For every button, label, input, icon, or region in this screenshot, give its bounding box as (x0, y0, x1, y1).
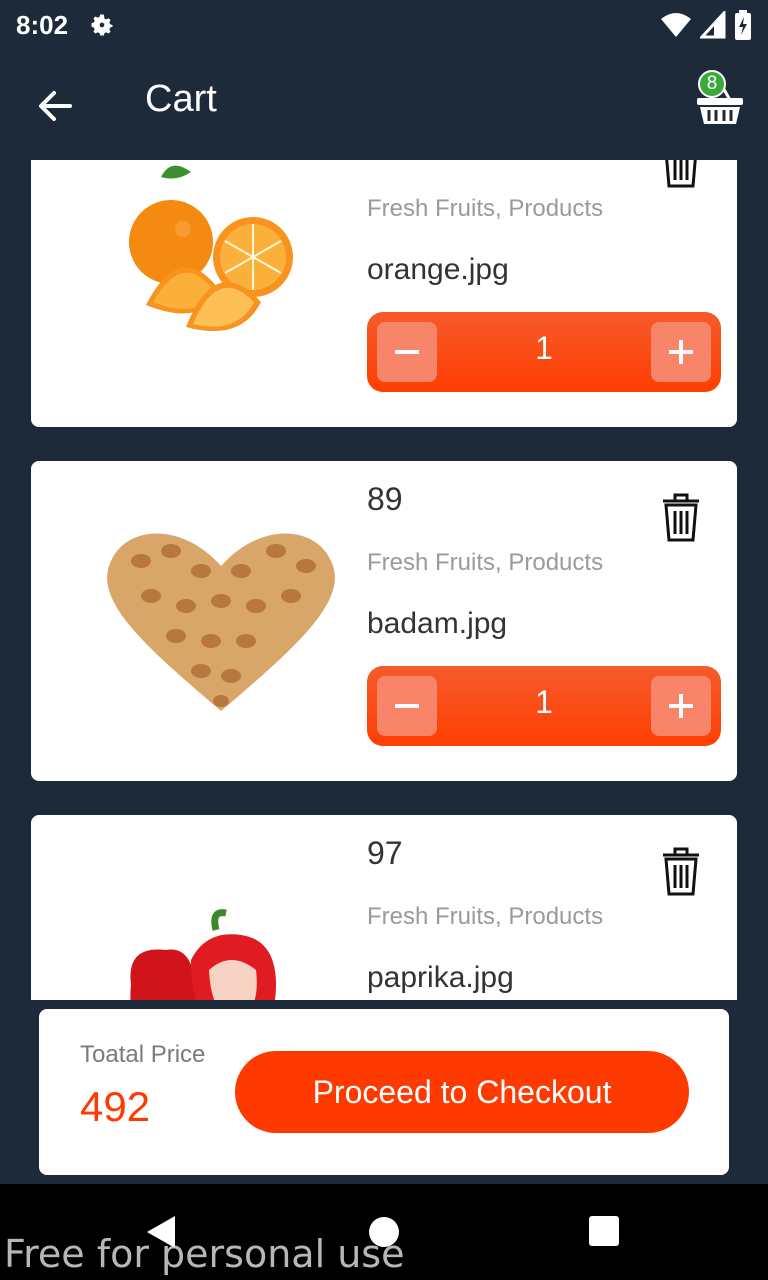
trash-icon[interactable] (659, 160, 703, 189)
item-price: 89 (367, 481, 403, 517)
settings-gear-icon (91, 14, 113, 36)
minus-icon (395, 350, 419, 354)
increase-button[interactable] (651, 322, 711, 382)
status-icons (660, 10, 752, 40)
total-price-label: Toatal Price (80, 1041, 206, 1068)
trash-icon[interactable] (659, 491, 703, 543)
item-category: Fresh Fruits, Products (367, 549, 604, 576)
plus-icon (669, 340, 693, 364)
cart-list[interactable]: Fresh Fruits, Products orange.jpg 1 89 F… (0, 160, 768, 1000)
paprika-image (91, 835, 351, 1000)
watermark: Free for personal use (4, 1232, 405, 1276)
trash-icon[interactable] (659, 845, 703, 897)
quantity-stepper: 1 (367, 312, 721, 392)
orange-image (91, 160, 351, 387)
signal-icon (700, 11, 726, 39)
cart-item-card: 89 Fresh Fruits, Products badam.jpg 1 (31, 461, 737, 781)
status-time: 8:02 (16, 9, 69, 40)
decrease-button[interactable] (377, 322, 437, 382)
status-bar: 8:02 (0, 0, 768, 50)
quantity-stepper: 1 (367, 666, 721, 746)
item-name: orange.jpg (367, 253, 509, 286)
cart-button[interactable]: 8 (694, 66, 746, 126)
nav-recents-icon[interactable] (589, 1216, 619, 1246)
item-name: paprika.jpg (367, 961, 514, 994)
decrease-button[interactable] (377, 676, 437, 736)
item-category: Fresh Fruits, Products (367, 903, 604, 930)
pistachio-image (91, 481, 351, 741)
plus-icon (669, 694, 693, 718)
quantity-value: 1 (535, 684, 553, 720)
back-arrow-icon[interactable] (34, 84, 78, 128)
cart-item-card: 97 Fresh Fruits, Products paprika.jpg (31, 815, 737, 1000)
wifi-icon (661, 13, 691, 37)
cart-item-card: Fresh Fruits, Products orange.jpg 1 (31, 160, 737, 427)
item-name: badam.jpg (367, 607, 508, 640)
item-category: Fresh Fruits, Products (367, 195, 604, 222)
cart-count-badge: 8 (698, 70, 726, 98)
page-title: Cart (145, 78, 217, 120)
item-price: 97 (367, 835, 403, 871)
checkout-button[interactable]: Proceed to Checkout (235, 1051, 689, 1133)
quantity-value: 1 (535, 330, 553, 366)
minus-icon (395, 704, 419, 708)
total-price-value: 492 (80, 1083, 151, 1130)
checkout-panel: Toatal Price 492 Proceed to Checkout (39, 1009, 729, 1175)
app-bar: Cart 8 (0, 50, 768, 160)
battery-icon (735, 10, 751, 40)
increase-button[interactable] (651, 676, 711, 736)
